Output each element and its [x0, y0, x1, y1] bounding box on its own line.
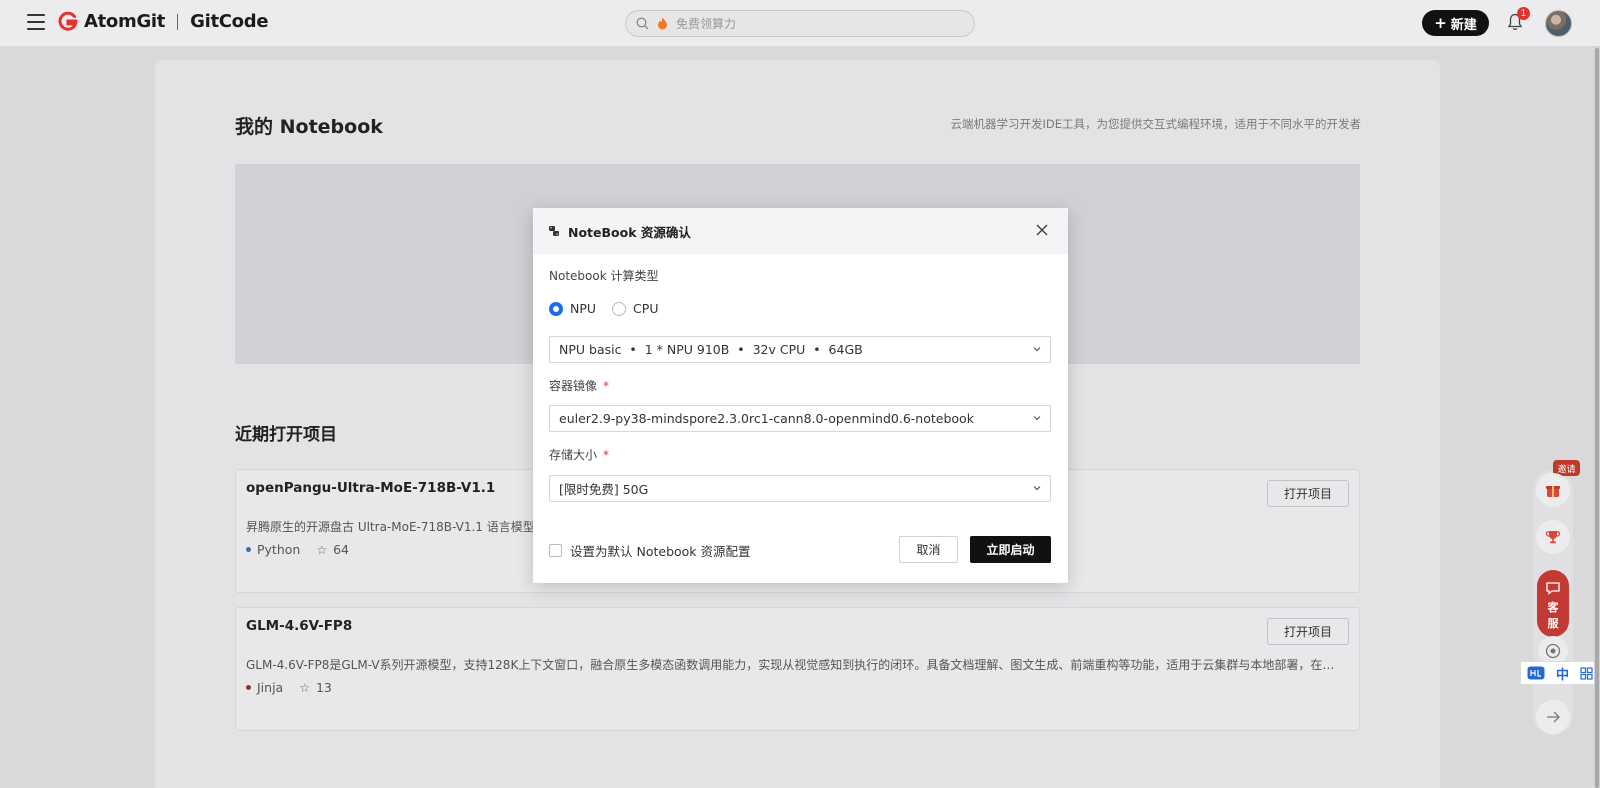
brand-name-gitcode: GitCode — [190, 11, 269, 32]
brand-name-atomgit: AtomGit — [84, 11, 166, 32]
open-project-button[interactable]: 打开项目 — [1267, 480, 1349, 507]
project-stars: 13 — [315, 680, 332, 695]
project-name[interactable]: GLM-4.6V-FP8 — [246, 618, 352, 634]
search-placeholder: 免费领算力 — [676, 17, 737, 31]
trophy-button[interactable] — [1536, 520, 1570, 554]
dialog-header: NoteBook 资源确认 — [533, 208, 1068, 254]
chevron-down-icon — [1033, 416, 1041, 421]
new-button[interactable]: + 新建 — [1422, 10, 1489, 36]
project-card: GLM-4.6V-FP8 GLM-4.6V-FP8是GLM-V系列开源模型，支持… — [235, 607, 1360, 731]
search-icon — [636, 17, 649, 30]
notification-badge: 1 — [1517, 7, 1530, 20]
chevron-down-icon — [1033, 347, 1041, 352]
required-mark: * — [603, 448, 610, 462]
grid-menu-icon — [1580, 666, 1593, 680]
container-image-label-text: 容器镜像 — [549, 379, 598, 393]
ime-logo-icon — [1527, 666, 1545, 680]
radio-cpu-label: CPU — [633, 301, 659, 316]
compute-spec-select[interactable]: NPU basic • 1 * NPU 910B • 32v CPU • 64G… — [549, 336, 1051, 363]
cancel-button[interactable]: 取消 — [899, 536, 958, 563]
gift-icon — [1546, 486, 1560, 497]
customer-service-label-1: 客 — [1547, 601, 1559, 614]
language-color-dot — [246, 547, 251, 552]
ime-toolbar[interactable]: 中 — [1520, 661, 1600, 685]
chevron-down-icon — [1033, 486, 1041, 491]
trophy-icon — [1545, 531, 1561, 544]
customer-service-button[interactable]: 客 服 — [1537, 570, 1569, 637]
arrow-right-icon — [1547, 711, 1560, 723]
project-meta: Jinja ☆ 13 — [246, 680, 332, 695]
radio-npu[interactable]: NPU — [549, 301, 596, 316]
plus-icon: + — [1434, 13, 1447, 32]
project-name[interactable]: openPangu-Ultra-MoE-718B-V1.1 — [246, 480, 495, 496]
help-circle-icon — [1545, 643, 1561, 659]
brand-logo[interactable]: AtomGit GitCode — [57, 11, 269, 32]
ime-mode-label: 中 — [1555, 667, 1569, 683]
top-navigation-bar: AtomGit GitCode 免费领算力 + 新建 1 — [0, 0, 1600, 46]
atomgit-logo-icon — [58, 11, 78, 31]
chat-bubble-icon — [1546, 582, 1560, 595]
user-avatar[interactable] — [1545, 10, 1572, 37]
container-image-label: 容器镜像 * — [549, 377, 609, 394]
close-icon[interactable] — [1034, 222, 1050, 238]
project-stars: 64 — [333, 542, 350, 557]
flame-icon — [658, 17, 667, 30]
start-now-button[interactable]: 立即启动 — [970, 536, 1051, 563]
project-description: GLM-4.6V-FP8是GLM-V系列开源模型，支持128K上下文窗口，融合原… — [246, 658, 1341, 672]
radio-npu-label: NPU — [570, 301, 597, 316]
radio-cpu-indicator — [612, 301, 627, 316]
recent-projects-title: 近期打开项目 — [235, 425, 337, 445]
radio-npu-indicator — [549, 301, 563, 316]
notebook-resource-dialog: NoteBook 资源确认 Notebook 计算类型 NPU CPU NPU … — [533, 208, 1068, 583]
page-scrollbar-thumb[interactable] — [1595, 48, 1599, 788]
scroll-to-next-button[interactable] — [1536, 700, 1570, 734]
dialog-title: NoteBook 资源确认 — [568, 224, 691, 240]
page-description: 云端机器学习开发IDE工具，为您提供交互式编程环境，适用于不同水平的开发者 — [950, 117, 1361, 131]
hamburger-menu-icon[interactable] — [27, 14, 45, 30]
customer-service-label-2: 服 — [1547, 617, 1559, 630]
compute-type-label: Notebook 计算类型 — [549, 269, 659, 283]
container-image-value: euler2.9-py38-mindspore2.3.0rc1-cann8.0-… — [559, 411, 974, 426]
storage-size-label: 存储大小 * — [549, 446, 609, 463]
project-language: Jinja — [257, 680, 284, 695]
storage-size-select[interactable]: [限时免费] 50G — [549, 475, 1051, 502]
search-input[interactable]: 免费领算力 — [625, 10, 975, 37]
storage-size-value: [限时免费] 50G — [559, 482, 649, 497]
set-default-checkbox-label[interactable]: 设置为默认 Notebook 资源配置 — [570, 541, 751, 560]
project-meta: Python ☆ 64 — [246, 542, 349, 557]
container-image-select[interactable]: euler2.9-py38-mindspore2.3.0rc1-cann8.0-… — [549, 405, 1051, 432]
set-default-checkbox[interactable] — [549, 544, 562, 557]
language-color-dot — [246, 685, 251, 690]
set-default-checkbox-row: 设置为默认 Notebook 资源配置 — [549, 541, 751, 560]
required-mark: * — [603, 379, 610, 393]
storage-size-label-text: 存储大小 — [549, 448, 598, 462]
compute-spec-value: NPU basic • 1 * NPU 910B • 32v CPU • 64G… — [559, 342, 863, 357]
new-button-label: 新建 — [1450, 17, 1477, 33]
radio-cpu[interactable]: CPU — [612, 301, 658, 316]
brand-divider — [177, 13, 179, 30]
compute-type-radio-group: NPU CPU — [549, 301, 658, 316]
gift-button[interactable] — [1536, 473, 1570, 507]
open-project-button[interactable]: 打开项目 — [1267, 618, 1349, 645]
star-icon: ☆ — [316, 542, 328, 557]
project-language: Python — [257, 542, 301, 557]
python-icon — [549, 226, 559, 236]
star-icon: ☆ — [299, 680, 310, 695]
page-title: 我的 Notebook — [235, 116, 383, 138]
